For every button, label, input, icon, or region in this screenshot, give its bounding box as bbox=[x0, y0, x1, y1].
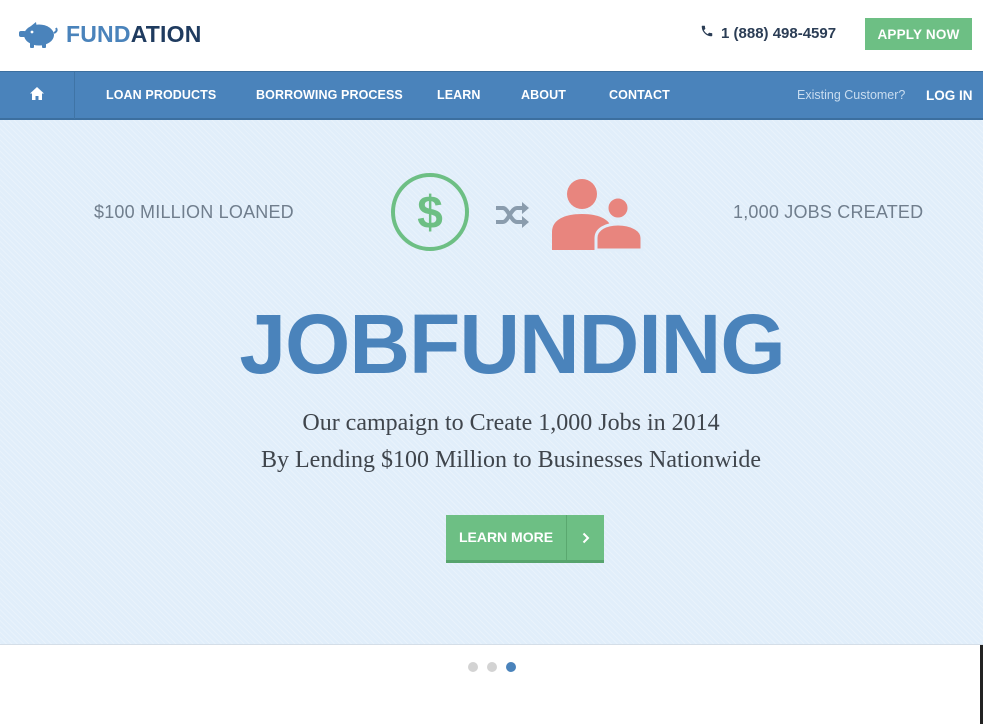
phone-icon bbox=[700, 24, 721, 42]
dollar-circle-icon: $ bbox=[390, 172, 470, 257]
learn-more-button[interactable]: LEARN MORE bbox=[446, 515, 604, 563]
hero-subtitle-line1: Our campaign to Create 1,000 Jobs in 201… bbox=[302, 410, 720, 436]
chevron-right-icon bbox=[567, 515, 604, 560]
carousel-dot-1[interactable] bbox=[468, 662, 478, 672]
hero-subtitle-line2: By Lending $100 Million to Businesses Na… bbox=[261, 447, 761, 473]
phone-number[interactable]: 1 (888) 498-4597 bbox=[700, 24, 836, 42]
home-icon bbox=[29, 86, 45, 106]
piggy-bank-icon bbox=[18, 20, 58, 48]
shuffle-icon bbox=[494, 200, 530, 235]
people-icon bbox=[550, 176, 646, 257]
existing-customer-text: Existing Customer? bbox=[797, 88, 906, 102]
nav-item-loan-products[interactable]: LOAN PRODUCTS bbox=[106, 72, 216, 119]
site-header: FUNDATION 1 (888) 498-4597 APPLY NOW bbox=[0, 0, 983, 71]
nav-item-borrowing-process[interactable]: BORROWING PROCESS bbox=[256, 72, 403, 119]
page: FUNDATION 1 (888) 498-4597 APPLY NOW LOA… bbox=[0, 0, 983, 724]
nav-item-contact[interactable]: CONTACT bbox=[609, 72, 670, 119]
logo-text-fund: FUND bbox=[66, 20, 131, 47]
learn-more-label: LEARN MORE bbox=[446, 515, 567, 560]
nav-item-learn[interactable]: LEARN bbox=[437, 72, 481, 119]
stat-jobs-created: 1,000 JOBS CREATED bbox=[733, 202, 924, 222]
nav-home[interactable] bbox=[0, 72, 75, 119]
carousel-dot-2[interactable] bbox=[487, 662, 497, 672]
hero-banner: $100 MILLION LOANED 1,000 JOBS CREATED $ bbox=[0, 120, 983, 645]
svg-text:$: $ bbox=[417, 186, 443, 238]
carousel-dot-3[interactable] bbox=[506, 662, 516, 672]
carousel-dots bbox=[468, 662, 516, 672]
logo-text: FUNDATION bbox=[66, 21, 202, 48]
nav-item-about[interactable]: ABOUT bbox=[521, 72, 566, 119]
phone-number-text: 1 (888) 498-4597 bbox=[721, 24, 837, 42]
stat-money-loaned: $100 MILLION LOANED bbox=[94, 202, 294, 222]
log-in-link[interactable]: LOG IN bbox=[926, 72, 973, 119]
main-nav: LOAN PRODUCTS BORROWING PROCESS LEARN AB… bbox=[0, 71, 983, 120]
hero-title: JOBFUNDING bbox=[239, 297, 785, 391]
apply-now-button[interactable]: APPLY NOW bbox=[865, 18, 972, 50]
logo-text-ation: ATION bbox=[130, 20, 202, 47]
logo[interactable]: FUNDATION bbox=[18, 20, 202, 48]
